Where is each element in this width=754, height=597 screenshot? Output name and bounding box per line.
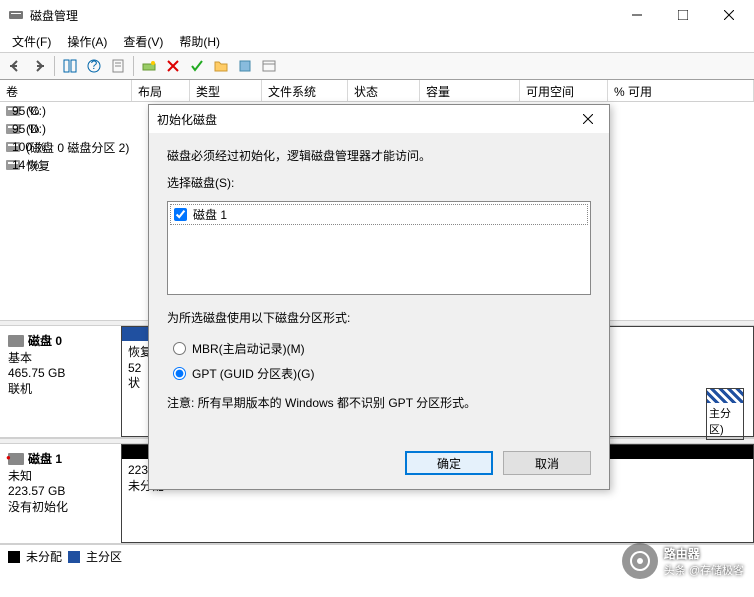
disk-icon bbox=[8, 335, 24, 347]
col-capacity[interactable]: 容量 bbox=[420, 80, 520, 101]
delete-icon[interactable] bbox=[162, 55, 184, 77]
partition-style-label: 为所选磁盘使用以下磁盘分区形式: bbox=[167, 309, 591, 326]
maximize-button[interactable] bbox=[660, 0, 706, 30]
watermark-icon bbox=[622, 543, 658, 579]
check-icon[interactable] bbox=[186, 55, 208, 77]
toolbar: ? bbox=[0, 52, 754, 80]
window-title: 磁盘管理 bbox=[30, 7, 614, 24]
select-disk-label: 选择磁盘(S): bbox=[167, 174, 591, 191]
watermark: 路由器 头条 @存储极客 bbox=[622, 543, 744, 579]
menu-bar: 文件(F) 操作(A) 查看(V) 帮助(H) bbox=[0, 30, 754, 52]
ok-button[interactable]: 确定 bbox=[405, 451, 493, 475]
legend-swatch-primary bbox=[68, 551, 80, 563]
window-titlebar: 磁盘管理 bbox=[0, 0, 754, 30]
disk-select-list[interactable]: 磁盘 1 bbox=[167, 201, 591, 295]
cancel-button[interactable]: 取消 bbox=[503, 451, 591, 475]
close-button[interactable] bbox=[706, 0, 752, 30]
svg-text:?: ? bbox=[91, 58, 98, 72]
layout-icon[interactable] bbox=[59, 55, 81, 77]
disk-icon bbox=[8, 453, 24, 465]
radio-gpt-input[interactable] bbox=[173, 367, 186, 380]
partition[interactable]: 主分区) bbox=[706, 388, 744, 440]
volume-list-header: 卷 布局 类型 文件系统 状态 容量 可用空间 % 可用 bbox=[0, 80, 754, 102]
dialog-titlebar: 初始化磁盘 bbox=[149, 105, 609, 133]
disk-label[interactable]: 磁盘 0 基本 465.75 GB 联机 bbox=[0, 326, 122, 437]
legend-swatch-unallocated bbox=[8, 551, 20, 563]
back-icon[interactable] bbox=[4, 55, 26, 77]
dialog-close-button[interactable] bbox=[575, 106, 601, 132]
forward-icon[interactable] bbox=[28, 55, 50, 77]
refresh-icon[interactable] bbox=[138, 55, 160, 77]
menu-help[interactable]: 帮助(H) bbox=[173, 31, 226, 52]
col-status[interactable]: 状态 bbox=[348, 80, 420, 101]
initialize-disk-dialog: 初始化磁盘 磁盘必须经过初始化，逻辑磁盘管理器才能访问。 选择磁盘(S): 磁盘… bbox=[148, 104, 610, 490]
radio-gpt[interactable]: GPT (GUID 分区表)(G) bbox=[173, 361, 591, 386]
col-free[interactable]: 可用空间 bbox=[520, 80, 608, 101]
app-icon bbox=[8, 7, 24, 23]
radio-mbr[interactable]: MBR(主启动记录)(M) bbox=[173, 336, 591, 361]
action-icon[interactable] bbox=[234, 55, 256, 77]
dialog-intro: 磁盘必须经过初始化，逻辑磁盘管理器才能访问。 bbox=[167, 147, 591, 164]
disk-select-item[interactable]: 磁盘 1 bbox=[170, 204, 588, 225]
radio-mbr-input[interactable] bbox=[173, 342, 186, 355]
menu-action[interactable]: 操作(A) bbox=[61, 31, 113, 52]
disk-checkbox[interactable] bbox=[174, 208, 187, 221]
col-fs[interactable]: 文件系统 bbox=[262, 80, 348, 101]
folder-icon[interactable] bbox=[210, 55, 232, 77]
dialog-note: 注意: 所有早期版本的 Windows 都不识别 GPT 分区形式。 bbox=[167, 394, 591, 411]
col-pct[interactable]: % 可用 bbox=[608, 80, 754, 101]
menu-file[interactable]: 文件(F) bbox=[6, 31, 57, 52]
dialog-title: 初始化磁盘 bbox=[157, 111, 575, 128]
disk-label[interactable]: 磁盘 1 未知 223.57 GB 没有初始化 bbox=[0, 444, 122, 543]
minimize-button[interactable] bbox=[614, 0, 660, 30]
col-layout[interactable]: 布局 bbox=[132, 80, 190, 101]
properties-icon[interactable] bbox=[107, 55, 129, 77]
list-icon[interactable] bbox=[258, 55, 280, 77]
col-type[interactable]: 类型 bbox=[190, 80, 262, 101]
col-volume[interactable]: 卷 bbox=[0, 80, 132, 101]
help-icon[interactable]: ? bbox=[83, 55, 105, 77]
menu-view[interactable]: 查看(V) bbox=[117, 31, 169, 52]
